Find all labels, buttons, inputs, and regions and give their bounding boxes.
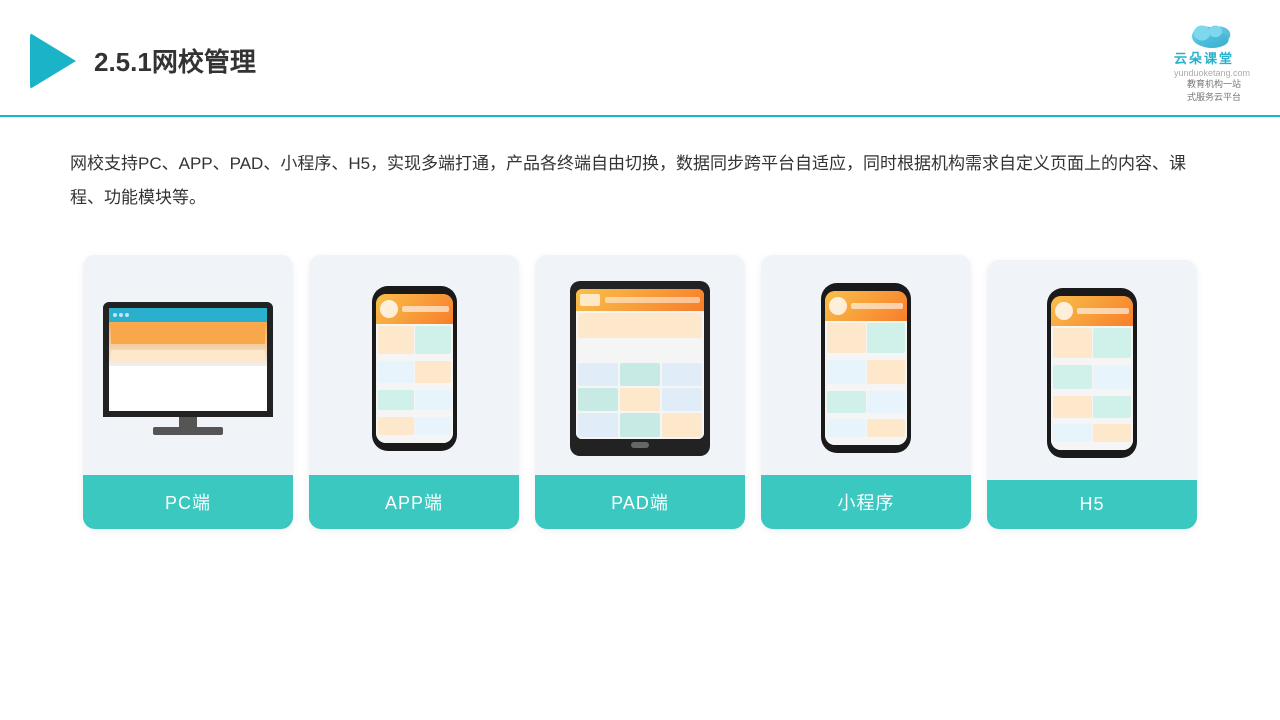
header: 2.5.1网校管理 云朵课堂 yunduoketang.c <box>0 0 1280 117</box>
pc-mockup <box>103 302 273 435</box>
logo-triangle-icon <box>30 33 76 89</box>
card-pc: PC端 <box>83 255 293 529</box>
pad-tablet-body <box>570 281 710 456</box>
card-h5-image <box>987 260 1197 480</box>
pc-screen <box>103 302 273 417</box>
brand-logo: 云朵课堂 yunduoketang.com 教育机构一站 式服务云平台 <box>1174 18 1250 103</box>
card-app-image <box>309 255 519 475</box>
pad-label: PAD端 <box>535 475 745 529</box>
description-text: 网校支持PC、APP、PAD、小程序、H5，实现多端打通，产品各终端自由切换，数… <box>0 117 1280 235</box>
miniapp-label: 小程序 <box>761 475 971 529</box>
brand-tagline-2: 式服务云平台 <box>1187 91 1241 104</box>
brand-name-text: 云朵课堂 <box>1174 48 1234 67</box>
card-pad: PAD端 <box>535 255 745 529</box>
miniapp-phone-mockup <box>821 283 911 453</box>
miniapp-phone-body <box>821 283 911 453</box>
card-miniapp: 小程序 <box>761 255 971 529</box>
brand-url-text: yunduoketang.com <box>1174 68 1250 78</box>
pc-label: PC端 <box>83 475 293 529</box>
brand-tagline-1: 教育机构一站 <box>1187 78 1241 91</box>
cloud-icon <box>1187 18 1237 48</box>
app-phone-body <box>372 286 457 451</box>
h5-phone-mockup <box>1047 288 1137 458</box>
app-phone-screen <box>376 294 453 443</box>
app-label: APP端 <box>309 475 519 529</box>
h5-phone-body <box>1047 288 1137 458</box>
brand-logo-area: 云朵课堂 yunduoketang.com 教育机构一站 式服务云平台 <box>1174 18 1250 103</box>
card-miniapp-image <box>761 255 971 475</box>
pad-tablet-mockup <box>570 281 710 456</box>
page-title: 2.5.1网校管理 <box>94 42 256 79</box>
miniapp-phone-screen <box>825 291 907 445</box>
card-pad-image <box>535 255 745 475</box>
card-app: APP端 <box>309 255 519 529</box>
h5-phone-screen <box>1051 296 1133 450</box>
h5-label: H5 <box>987 480 1197 529</box>
pad-tablet-screen <box>576 289 704 439</box>
app-phone-mockup <box>372 286 457 451</box>
header-left: 2.5.1网校管理 <box>30 33 256 89</box>
card-pc-image <box>83 255 293 475</box>
card-h5: H5 <box>987 260 1197 529</box>
platform-cards: PC端 <box>0 235 1280 559</box>
